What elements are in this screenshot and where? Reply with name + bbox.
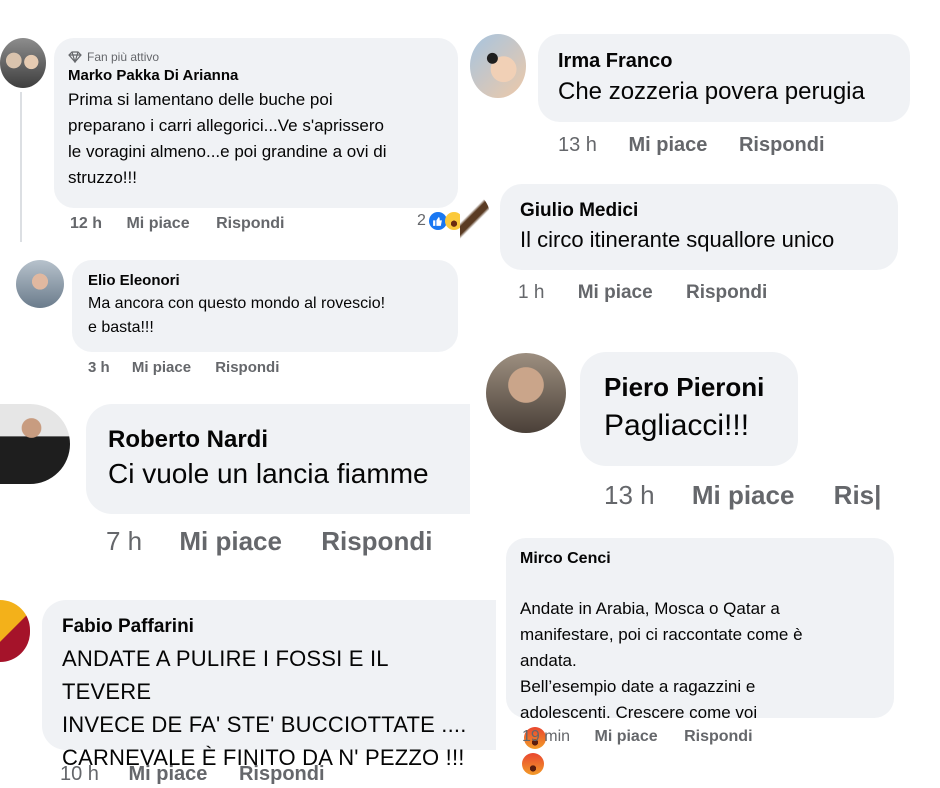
like-button[interactable]: Mi piace xyxy=(578,282,653,304)
comment-actions: 3 h Mi piace Rispondi xyxy=(88,359,279,376)
timestamp[interactable]: 7 h xyxy=(106,526,142,557)
comment-actions: 1 h Mi piace Rispondi xyxy=(518,282,767,304)
reply-button[interactable]: Rispondi xyxy=(239,763,325,786)
commenter-name[interactable]: Piero Pieroni xyxy=(604,372,774,403)
timestamp[interactable]: 1 h xyxy=(518,282,544,304)
timestamp[interactable]: 13 h xyxy=(558,134,597,157)
comment-text: Ma ancora con questo mondo al rovescio! … xyxy=(88,295,386,336)
comment-text: Che zozzeria povera perugia xyxy=(558,78,865,105)
angry-emoji-icon xyxy=(522,753,544,775)
timestamp[interactable]: 3 h xyxy=(88,359,110,376)
comment-bubble: Elio Eleonori Ma ancora con questo mondo… xyxy=(72,260,458,352)
thread-line xyxy=(20,92,22,242)
like-button[interactable]: Mi piace xyxy=(179,526,282,557)
reply-button[interactable]: Rispondi xyxy=(684,728,752,746)
reply-button[interactable]: Ris| xyxy=(834,480,882,511)
timestamp[interactable]: 19 min xyxy=(522,728,570,746)
avatar[interactable] xyxy=(0,600,30,662)
reaction-count: 2 xyxy=(417,212,426,229)
comment-actions: 13 h Mi piace Rispondi xyxy=(558,134,825,157)
reply-button[interactable]: Rispondi xyxy=(321,526,432,557)
comment-text: Ci vuole un lancia fiamme xyxy=(108,458,429,489)
comment-bubble: Roberto Nardi Ci vuole un lancia fiamme xyxy=(86,404,470,514)
reply-button[interactable]: Rispondi xyxy=(215,359,279,376)
like-button[interactable]: Mi piace xyxy=(126,215,189,233)
comment-text: Pagliacci!!! xyxy=(604,409,750,442)
fan-badge-label: Fan più attivo xyxy=(87,50,160,64)
like-button[interactable]: Mi piace xyxy=(629,134,708,157)
comment-text: Prima si lamentano delle buche poi prepa… xyxy=(68,90,387,187)
comment-bubble: Mirco Cenci Andate in Arabia, Mosca o Qa… xyxy=(506,538,894,775)
like-button[interactable]: Mi piace xyxy=(594,728,657,746)
commenter-name[interactable]: Mirco Cenci xyxy=(520,550,880,568)
reaction-summary[interactable]: 2 xyxy=(417,212,463,230)
commenter-name[interactable]: Irma Franco xyxy=(558,50,890,73)
comment-text: ANDATE A PULIRE I FOSSI E IL TEVERE INVE… xyxy=(62,646,467,770)
comment-actions: 7 h Mi piace Rispondi xyxy=(106,526,432,557)
like-button[interactable]: Mi piace xyxy=(132,359,191,376)
comment-text: Il circo itinerante squallore unico xyxy=(520,227,835,252)
comment-actions: 12 h Mi piace Rispondi xyxy=(70,215,285,233)
comment-text: Andate in Arabia, Mosca o Qatar a manife… xyxy=(520,570,880,778)
comment-bubble: Fan più attivo Marko Pakka Di Arianna Pr… xyxy=(54,38,458,208)
timestamp[interactable]: 13 h xyxy=(604,480,655,511)
avatar[interactable] xyxy=(16,260,64,308)
avatar[interactable] xyxy=(460,190,490,242)
commenter-name[interactable]: Giulio Medici xyxy=(520,200,878,222)
like-button[interactable]: Mi piace xyxy=(129,763,208,786)
comment-bubble: Piero Pieroni Pagliacci!!! xyxy=(580,352,798,466)
commenter-name[interactable]: Elio Eleonori xyxy=(88,272,442,289)
comment-bubble: Irma Franco Che zozzeria povera perugia xyxy=(538,34,910,122)
comment-actions: 19 min Mi piace Rispondi xyxy=(522,728,753,746)
comment-bubble: Giulio Medici Il circo itinerante squall… xyxy=(500,184,898,270)
comment-actions: 13 h Mi piace Ris| xyxy=(604,480,884,511)
avatar[interactable] xyxy=(0,38,46,88)
fan-badge: Fan più attivo xyxy=(68,50,444,64)
comment-text-content: Andate in Arabia, Mosca o Qatar a manife… xyxy=(520,599,803,722)
avatar[interactable] xyxy=(486,353,566,433)
timestamp[interactable]: 12 h xyxy=(70,215,102,233)
commenter-name[interactable]: Marko Pakka Di Arianna xyxy=(68,67,444,84)
commenter-name[interactable]: Fabio Paffarini xyxy=(62,616,476,638)
reply-button[interactable]: Rispondi xyxy=(739,134,825,157)
diamond-icon xyxy=(68,51,82,63)
like-button[interactable]: Mi piace xyxy=(692,480,795,511)
reply-button[interactable]: Rispondi xyxy=(686,282,767,304)
timestamp[interactable]: 10 h xyxy=(60,763,99,786)
comment-actions: 10 h Mi piace Rispondi xyxy=(60,763,325,786)
commenter-name[interactable]: Roberto Nardi xyxy=(108,426,448,454)
avatar[interactable] xyxy=(470,34,526,98)
reply-button[interactable]: Rispondi xyxy=(216,215,284,233)
comment-bubble: Fabio Paffarini ANDATE A PULIRE I FOSSI … xyxy=(42,600,496,770)
avatar[interactable] xyxy=(0,404,70,484)
